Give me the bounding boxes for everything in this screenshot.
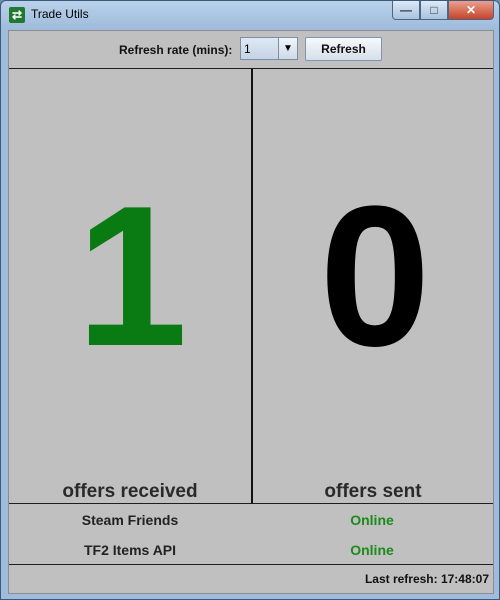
- close-button[interactable]: ✕: [448, 1, 494, 20]
- status-row-tf2-items-api: TF2 Items API Online: [9, 534, 493, 564]
- maximize-button[interactable]: □: [420, 1, 448, 20]
- status-list: Steam Friends Online TF2 Items API Onlin…: [9, 503, 493, 565]
- status-badge: Online: [350, 542, 394, 558]
- chevron-down-icon[interactable]: ▼: [278, 38, 297, 59]
- offers-received-panel: 1 offers received: [9, 69, 251, 503]
- app-window: ⇄ Trade Utils — □ ✕ Refresh rate (mins):…: [0, 0, 500, 600]
- offers-sent-panel: 0 offers sent: [253, 69, 493, 503]
- trade-arrows-icon: ⇄: [9, 7, 25, 23]
- refresh-button[interactable]: Refresh: [305, 37, 382, 61]
- status-name: Steam Friends: [81, 512, 179, 528]
- offers-received-count: 1: [76, 165, 187, 388]
- counters-area: 1 offers received 0 offers sent: [9, 69, 493, 503]
- toolbar: Refresh rate (mins): 1 ▼ Refresh: [9, 31, 493, 69]
- status-name: TF2 Items API: [83, 542, 177, 558]
- footer: Last refresh: 17:48:07: [9, 564, 493, 594]
- status-row-steam-friends: Steam Friends Online: [9, 504, 493, 534]
- offers-sent-label: offers sent: [324, 481, 422, 502]
- refresh-rate-value: 1: [244, 42, 251, 56]
- refresh-rate-label: Refresh rate (mins):: [119, 43, 233, 57]
- last-refresh-text: Last refresh: 17:48:07: [364, 572, 489, 586]
- client-area: Refresh rate (mins): 1 ▼ Refresh 1 offer…: [8, 30, 494, 594]
- title-bar[interactable]: ⇄ Trade Utils — □ ✕: [1, 1, 499, 27]
- offers-sent-count: 0: [319, 165, 430, 388]
- refresh-rate-select[interactable]: 1 ▼: [240, 37, 298, 60]
- minimize-button[interactable]: —: [392, 1, 420, 20]
- status-badge: Online: [350, 512, 394, 528]
- offers-received-label: offers received: [62, 481, 198, 502]
- window-title: Trade Utils: [31, 7, 89, 21]
- window-controls: — □ ✕: [392, 1, 494, 21]
